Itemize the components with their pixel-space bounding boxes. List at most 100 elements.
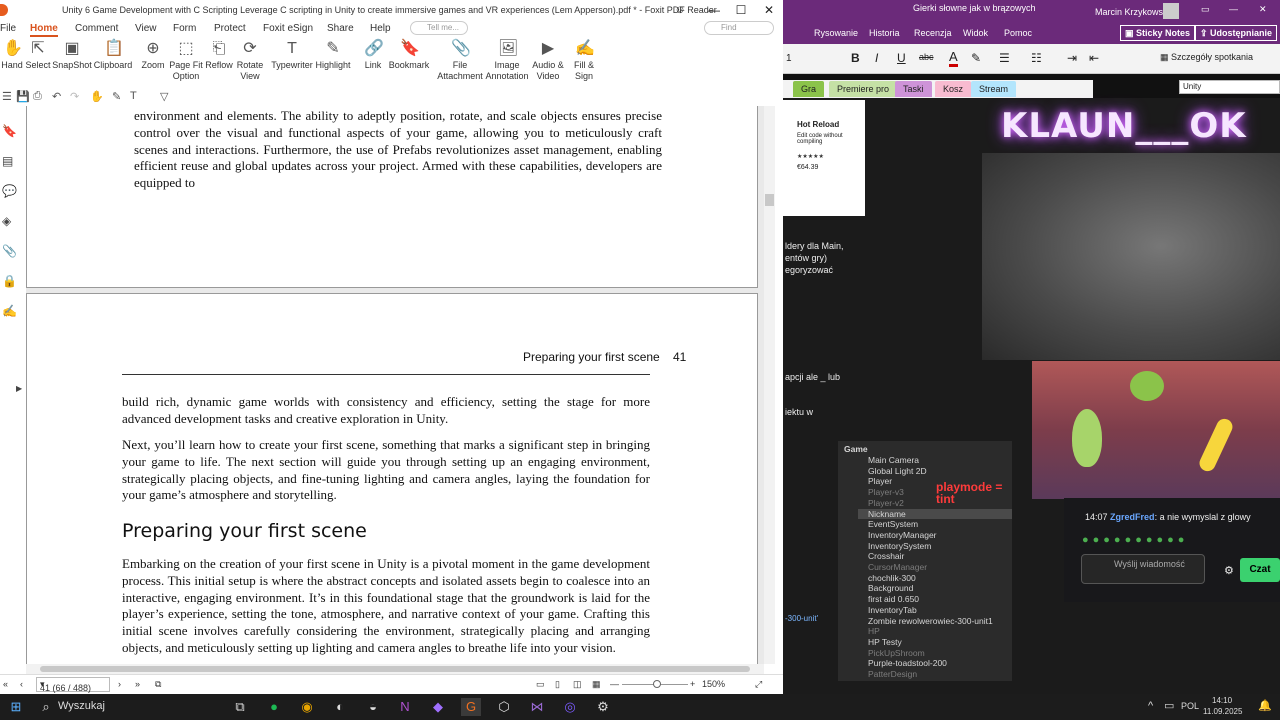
close-button[interactable]: ✕ (1259, 4, 1267, 15)
page-fit-option-button[interactable]: ⬚ Page Fit Option (166, 40, 206, 82)
snapshot-button[interactable]: ▣ SnapShot (50, 40, 94, 71)
hierarchy-item[interactable]: EventSystem (868, 519, 918, 530)
hierarchy-item[interactable]: Crosshair (868, 551, 904, 562)
minimize-button[interactable]: — (700, 0, 728, 20)
link-button[interactable]: 🔗 Link (358, 40, 388, 71)
section-tab-stream[interactable]: Stream (971, 81, 1017, 97)
strikethrough-button[interactable]: abc (919, 52, 934, 62)
clock-time[interactable]: 14:10 (1212, 696, 1232, 705)
hierarchy-item[interactable]: Purple-toadstool-200 (868, 658, 947, 669)
zoom-out-icon[interactable]: — (610, 679, 619, 689)
zoom-button[interactable]: ⊕ Zoom (137, 40, 169, 71)
tell-me-search[interactable]: Tell me... (410, 21, 468, 35)
cont-facing-icon[interactable]: ▦ (592, 679, 601, 690)
view-icon[interactable]: ⧉ (155, 679, 161, 690)
hierarchy-item[interactable]: Player-v3 (868, 487, 904, 498)
chat-app-icon[interactable]: ◐ (330, 698, 350, 716)
menu-historia[interactable]: Historia (869, 28, 900, 38)
tab-form[interactable]: Form (173, 20, 196, 37)
hot-reload-ad[interactable]: Hot Reload Edit code without compiling ★… (783, 100, 865, 216)
zoom-in-icon[interactable]: + (690, 679, 695, 689)
search-icon[interactable]: ⌕ (36, 698, 56, 716)
signature-panel-icon[interactable]: ✍ (2, 304, 17, 318)
next-page-icon[interactable]: › (118, 679, 121, 689)
hierarchy-item[interactable]: InventoryTab (868, 605, 917, 616)
audio-video-button[interactable]: ▶ Audio & Video (528, 40, 568, 82)
menu-widok[interactable]: Widok (963, 28, 988, 38)
file-attachment-button[interactable]: 📎 File Attachment (436, 40, 484, 82)
page-number-field[interactable]: 41 (66 / 488) ▾ (36, 677, 110, 693)
maximize-button[interactable]: ☐ (727, 0, 755, 20)
sticky-notes-button[interactable]: ▣ Sticky Notes (1120, 25, 1196, 41)
font-color-button[interactable]: A (949, 49, 958, 67)
text-tool-icon[interactable]: T (130, 90, 137, 102)
tab-protect[interactable]: Protect (214, 20, 246, 37)
image-annotation-button[interactable]: 🖼 Image Annotation (482, 40, 532, 82)
hierarchy-item[interactable]: PatterDesign (868, 669, 917, 680)
hierarchy-item[interactable]: Player-v2 (868, 498, 904, 509)
attachments-panel-icon[interactable]: 📎 (2, 244, 17, 258)
hierarchy-root[interactable]: Game (844, 444, 868, 455)
hierarchy-item[interactable]: HP Testy (868, 637, 902, 648)
save-icon[interactable]: 💾 (16, 90, 30, 103)
hierarchy-item[interactable]: HP (868, 626, 880, 637)
settings-icon[interactable]: ⚙ (1224, 564, 1234, 577)
security-panel-icon[interactable]: 🔒 (2, 274, 17, 288)
reflow-button[interactable]: ⎗ Reflow (202, 40, 236, 71)
hierarchy-item[interactable]: Global Light 2D (868, 466, 927, 477)
section-tab-gra[interactable]: Gra (793, 81, 825, 97)
hierarchy-item[interactable]: chochlik-300 (868, 573, 916, 584)
menu-pomoc[interactable]: Pomoc (1004, 28, 1032, 38)
tab-file[interactable]: File (0, 20, 16, 37)
settings-app-icon[interactable]: ⚙ (593, 698, 613, 716)
tab-foxit-esign[interactable]: Foxit eSign (263, 20, 313, 37)
continuous-icon[interactable]: ▯ (555, 679, 560, 690)
bookmark-panel-icon[interactable]: 🔖 (2, 124, 17, 138)
first-page-icon[interactable]: « (3, 679, 8, 689)
foxit-icon[interactable]: G (461, 698, 481, 716)
find-input[interactable]: Find (704, 21, 774, 35)
app-icon[interactable]: ◒ (363, 698, 383, 716)
menu-icon[interactable]: ☰ (2, 90, 12, 103)
facing-icon[interactable]: ◫ (573, 679, 582, 690)
document-view[interactable]: environment and elements. The ability to… (26, 106, 764, 664)
redo-icon[interactable]: ↷ (70, 90, 79, 103)
link-text[interactable]: -300-unit' (785, 614, 818, 623)
tab-home[interactable]: Home (30, 20, 58, 37)
hierarchy-item[interactable]: Nickname (858, 508, 1012, 520)
section-tab-premiere-pro[interactable]: Premiere pro (829, 81, 898, 97)
edit-icon[interactable]: ✎ (112, 90, 121, 103)
chrome-icon[interactable]: ◉ (297, 698, 317, 716)
hierarchy-item[interactable]: InventoryManager (868, 530, 937, 541)
bookmark-button[interactable]: 🔖 Bookmark (386, 40, 432, 71)
fill-sign-button[interactable]: ✍ Fill & Sign (566, 40, 602, 82)
last-page-icon[interactable]: » (135, 679, 140, 689)
chat-input[interactable]: Wyślij wiadomość (1081, 554, 1205, 584)
hierarchy-item[interactable]: Main Camera (868, 455, 919, 466)
tab-help[interactable]: Help (370, 20, 391, 37)
hand-tool-icon[interactable]: ✋ (90, 90, 104, 103)
bold-button[interactable]: B (851, 51, 860, 65)
clock-date[interactable]: 11.09.2025 (1203, 707, 1242, 716)
numbering-button[interactable]: ☷ (1031, 51, 1042, 65)
app-icon[interactable]: ◎ (560, 698, 580, 716)
zoom-slider-thumb[interactable] (653, 680, 661, 688)
menu-rysowanie[interactable]: Rysowanie (814, 28, 858, 38)
tab-share[interactable]: Share (327, 20, 354, 37)
hand-button[interactable]: ✋ Hand (0, 40, 24, 71)
hierarchy-item[interactable]: InventorySystem (868, 541, 931, 552)
single-page-icon[interactable]: ▭ (536, 679, 545, 690)
start-icon[interactable]: ⊞ (6, 698, 26, 716)
horizontal-scrollbar[interactable] (26, 664, 764, 674)
notifications-icon[interactable]: 🔔 (1258, 699, 1272, 712)
vertical-scrollbar[interactable] (764, 106, 775, 664)
page-search-field[interactable]: Unity (1179, 80, 1280, 94)
hierarchy-item[interactable]: Background (868, 583, 913, 594)
language-indicator[interactable]: POL (1181, 701, 1199, 711)
minimize-button[interactable]: — (1229, 4, 1238, 14)
app-icon[interactable]: ◆ (428, 698, 448, 716)
network-icon[interactable]: ▭ (1164, 699, 1174, 712)
scroll-thumb[interactable] (765, 194, 774, 206)
font-size-field[interactable]: 1 (786, 53, 792, 64)
comments-panel-icon[interactable]: 💬 (2, 184, 17, 198)
